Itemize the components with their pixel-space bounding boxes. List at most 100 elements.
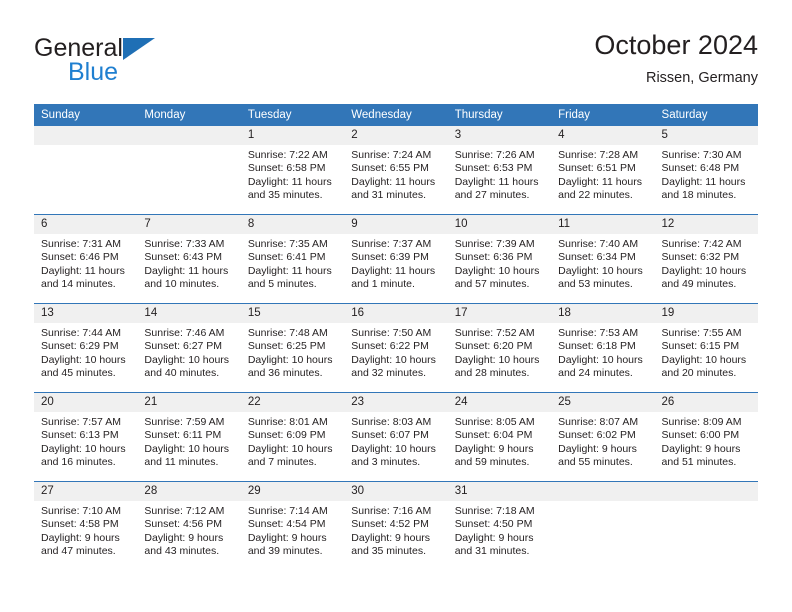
day-number: 19 <box>654 304 758 323</box>
calendar-body: 1 Sunrise: 7:22 AM Sunset: 6:58 PM Dayli… <box>34 126 758 570</box>
daylight-text: Daylight: 10 hours and 16 minutes. <box>41 442 126 469</box>
sunset-text: Sunset: 6:15 PM <box>661 340 740 353</box>
sunrise-text: Sunrise: 7:53 AM <box>558 327 639 339</box>
sunset-text: Sunset: 6:58 PM <box>247 162 326 175</box>
daylight-text: Daylight: 9 hours and 47 minutes. <box>41 531 120 558</box>
day-info: Sunrise: 7:30 AM Sunset: 6:48 PM Dayligh… <box>655 145 758 203</box>
calendar-day-cell[interactable]: 27 Sunrise: 7:10 AM Sunset: 4:58 PM Dayl… <box>34 481 138 570</box>
sunrise-text: Sunrise: 7:52 AM <box>454 327 535 339</box>
day-info: Sunrise: 7:37 AM Sunset: 6:39 PM Dayligh… <box>344 234 447 292</box>
calendar-day-cell[interactable]: 13 Sunrise: 7:44 AM Sunset: 6:29 PM Dayl… <box>34 303 138 393</box>
calendar-day-cell[interactable]: 14 Sunrise: 7:46 AM Sunset: 6:27 PM Dayl… <box>137 303 241 393</box>
sunrise-text: Sunrise: 7:16 AM <box>351 505 432 517</box>
daylight-text: Daylight: 11 hours and 31 minutes. <box>351 175 436 202</box>
day-number: 20 <box>34 393 138 412</box>
sunset-text: Sunset: 6:18 PM <box>558 340 636 353</box>
calendar-day-cell[interactable]: 19 Sunrise: 7:55 AM Sunset: 6:15 PM Dayl… <box>654 303 758 393</box>
day-number: 8 <box>240 215 345 234</box>
calendar-day-cell[interactable] <box>34 126 138 215</box>
day-number: 2 <box>344 126 448 145</box>
calendar-day-cell[interactable]: 21 Sunrise: 7:59 AM Sunset: 6:11 PM Dayl… <box>137 392 241 482</box>
day-info: Sunrise: 7:46 AM Sunset: 6:27 PM Dayligh… <box>137 323 240 381</box>
day-number: 3 <box>447 126 552 145</box>
sunrise-text: Sunrise: 7:37 AM <box>351 238 432 250</box>
page-title: October 2024 <box>594 30 758 60</box>
sunrise-text: Sunrise: 7:22 AM <box>247 149 328 161</box>
daylight-text: Daylight: 10 hours and 36 minutes. <box>247 353 333 380</box>
day-info <box>34 145 137 149</box>
calendar-week-row: 20 Sunrise: 7:57 AM Sunset: 6:13 PM Dayl… <box>34 392 758 482</box>
calendar-day-cell[interactable]: 5 Sunrise: 7:30 AM Sunset: 6:48 PM Dayli… <box>654 126 758 215</box>
daylight-text: Daylight: 10 hours and 49 minutes. <box>661 264 747 291</box>
calendar-day-cell[interactable]: 20 Sunrise: 7:57 AM Sunset: 6:13 PM Dayl… <box>34 392 138 482</box>
weekday-header-monday: Monday <box>137 104 241 126</box>
day-info: Sunrise: 7:48 AM Sunset: 6:25 PM Dayligh… <box>241 323 344 381</box>
sunset-text: Sunset: 6:43 PM <box>144 251 223 264</box>
daylight-text: Daylight: 11 hours and 10 minutes. <box>144 264 229 291</box>
calendar-day-cell[interactable]: 7 Sunrise: 7:33 AM Sunset: 6:43 PM Dayli… <box>137 214 241 304</box>
sunset-text: Sunset: 6:20 PM <box>454 340 533 353</box>
day-info: Sunrise: 7:39 AM Sunset: 6:36 PM Dayligh… <box>448 234 551 292</box>
day-info: Sunrise: 7:14 AM Sunset: 4:54 PM Dayligh… <box>241 501 344 559</box>
calendar-day-cell[interactable]: 30 Sunrise: 7:16 AM Sunset: 4:52 PM Dayl… <box>344 481 448 570</box>
calendar-day-cell[interactable]: 22 Sunrise: 8:01 AM Sunset: 6:09 PM Dayl… <box>240 392 345 482</box>
calendar-day-cell[interactable]: 25 Sunrise: 8:07 AM Sunset: 6:02 PM Dayl… <box>551 392 655 482</box>
sunset-text: Sunset: 6:27 PM <box>144 340 223 353</box>
calendar-day-cell[interactable]: 31 Sunrise: 7:18 AM Sunset: 4:50 PM Dayl… <box>447 481 552 570</box>
day-info: Sunrise: 7:16 AM Sunset: 4:52 PM Dayligh… <box>344 501 447 559</box>
sunset-text: Sunset: 6:41 PM <box>247 251 326 264</box>
daylight-text: Daylight: 11 hours and 14 minutes. <box>41 264 125 291</box>
daylight-text: Daylight: 9 hours and 39 minutes. <box>247 531 327 558</box>
calendar-day-cell[interactable]: 8 Sunrise: 7:35 AM Sunset: 6:41 PM Dayli… <box>240 214 345 304</box>
weekday-header-tuesday: Tuesday <box>240 104 345 126</box>
day-info: Sunrise: 8:07 AM Sunset: 6:02 PM Dayligh… <box>551 412 654 470</box>
calendar-day-cell[interactable]: 26 Sunrise: 8:09 AM Sunset: 6:00 PM Dayl… <box>654 392 758 482</box>
day-info <box>551 501 654 505</box>
sunset-text: Sunset: 6:29 PM <box>41 340 119 353</box>
sunset-text: Sunset: 6:46 PM <box>41 251 119 264</box>
calendar-day-cell[interactable] <box>551 481 655 570</box>
day-number: 15 <box>240 304 345 323</box>
calendar-day-cell[interactable]: 12 Sunrise: 7:42 AM Sunset: 6:32 PM Dayl… <box>654 214 758 304</box>
page-header: General Blue October 2024 Rissen, German… <box>34 28 758 94</box>
calendar-day-cell[interactable]: 16 Sunrise: 7:50 AM Sunset: 6:22 PM Dayl… <box>344 303 448 393</box>
calendar-day-cell[interactable]: 23 Sunrise: 8:03 AM Sunset: 6:07 PM Dayl… <box>344 392 448 482</box>
calendar-day-cell[interactable]: 11 Sunrise: 7:40 AM Sunset: 6:34 PM Dayl… <box>551 214 655 304</box>
calendar-day-cell[interactable]: 3 Sunrise: 7:26 AM Sunset: 6:53 PM Dayli… <box>447 126 552 215</box>
day-info: Sunrise: 7:52 AM Sunset: 6:20 PM Dayligh… <box>448 323 551 381</box>
calendar-day-cell[interactable]: 17 Sunrise: 7:52 AM Sunset: 6:20 PM Dayl… <box>447 303 552 393</box>
day-number: 11 <box>551 215 655 234</box>
sunrise-text: Sunrise: 8:07 AM <box>558 416 639 428</box>
sunrise-text: Sunrise: 8:03 AM <box>351 416 432 428</box>
calendar-day-cell[interactable] <box>654 481 758 570</box>
sunrise-text: Sunrise: 7:26 AM <box>454 149 535 161</box>
day-number: 4 <box>551 126 655 145</box>
calendar-day-cell[interactable]: 24 Sunrise: 8:05 AM Sunset: 6:04 PM Dayl… <box>447 392 552 482</box>
calendar-day-cell[interactable]: 9 Sunrise: 7:37 AM Sunset: 6:39 PM Dayli… <box>344 214 448 304</box>
calendar-day-cell[interactable]: 29 Sunrise: 7:14 AM Sunset: 4:54 PM Dayl… <box>240 481 345 570</box>
calendar-day-cell[interactable]: 2 Sunrise: 7:24 AM Sunset: 6:55 PM Dayli… <box>344 126 448 215</box>
daylight-text: Daylight: 11 hours and 18 minutes. <box>661 175 746 202</box>
calendar-day-cell[interactable]: 18 Sunrise: 7:53 AM Sunset: 6:18 PM Dayl… <box>551 303 655 393</box>
day-info: Sunrise: 7:59 AM Sunset: 6:11 PM Dayligh… <box>137 412 240 470</box>
calendar-day-cell[interactable]: 10 Sunrise: 7:39 AM Sunset: 6:36 PM Dayl… <box>447 214 552 304</box>
calendar-day-cell[interactable]: 1 Sunrise: 7:22 AM Sunset: 6:58 PM Dayli… <box>240 126 345 215</box>
sunset-text: Sunset: 4:52 PM <box>351 518 429 531</box>
day-info <box>655 501 758 505</box>
daylight-text: Daylight: 9 hours and 59 minutes. <box>454 442 534 469</box>
calendar-day-cell[interactable]: 28 Sunrise: 7:12 AM Sunset: 4:56 PM Dayl… <box>137 481 241 570</box>
calendar-day-cell[interactable]: 6 Sunrise: 7:31 AM Sunset: 6:46 PM Dayli… <box>34 214 138 304</box>
day-info: Sunrise: 7:24 AM Sunset: 6:55 PM Dayligh… <box>344 145 447 203</box>
daylight-text: Daylight: 10 hours and 32 minutes. <box>351 353 436 380</box>
generalblue-logo[interactable]: General Blue <box>34 34 294 90</box>
calendar-day-cell[interactable] <box>137 126 241 215</box>
sunset-text: Sunset: 6:48 PM <box>661 162 740 175</box>
day-info: Sunrise: 7:31 AM Sunset: 6:46 PM Dayligh… <box>34 234 137 292</box>
sunrise-text: Sunrise: 8:09 AM <box>661 416 742 428</box>
day-number: 1 <box>240 126 345 145</box>
calendar-day-cell[interactable]: 15 Sunrise: 7:48 AM Sunset: 6:25 PM Dayl… <box>240 303 345 393</box>
sunset-text: Sunset: 6:39 PM <box>351 251 429 264</box>
day-number: 24 <box>447 393 552 412</box>
calendar-day-cell[interactable]: 4 Sunrise: 7:28 AM Sunset: 6:51 PM Dayli… <box>551 126 655 215</box>
daylight-text: Daylight: 10 hours and 40 minutes. <box>144 353 230 380</box>
